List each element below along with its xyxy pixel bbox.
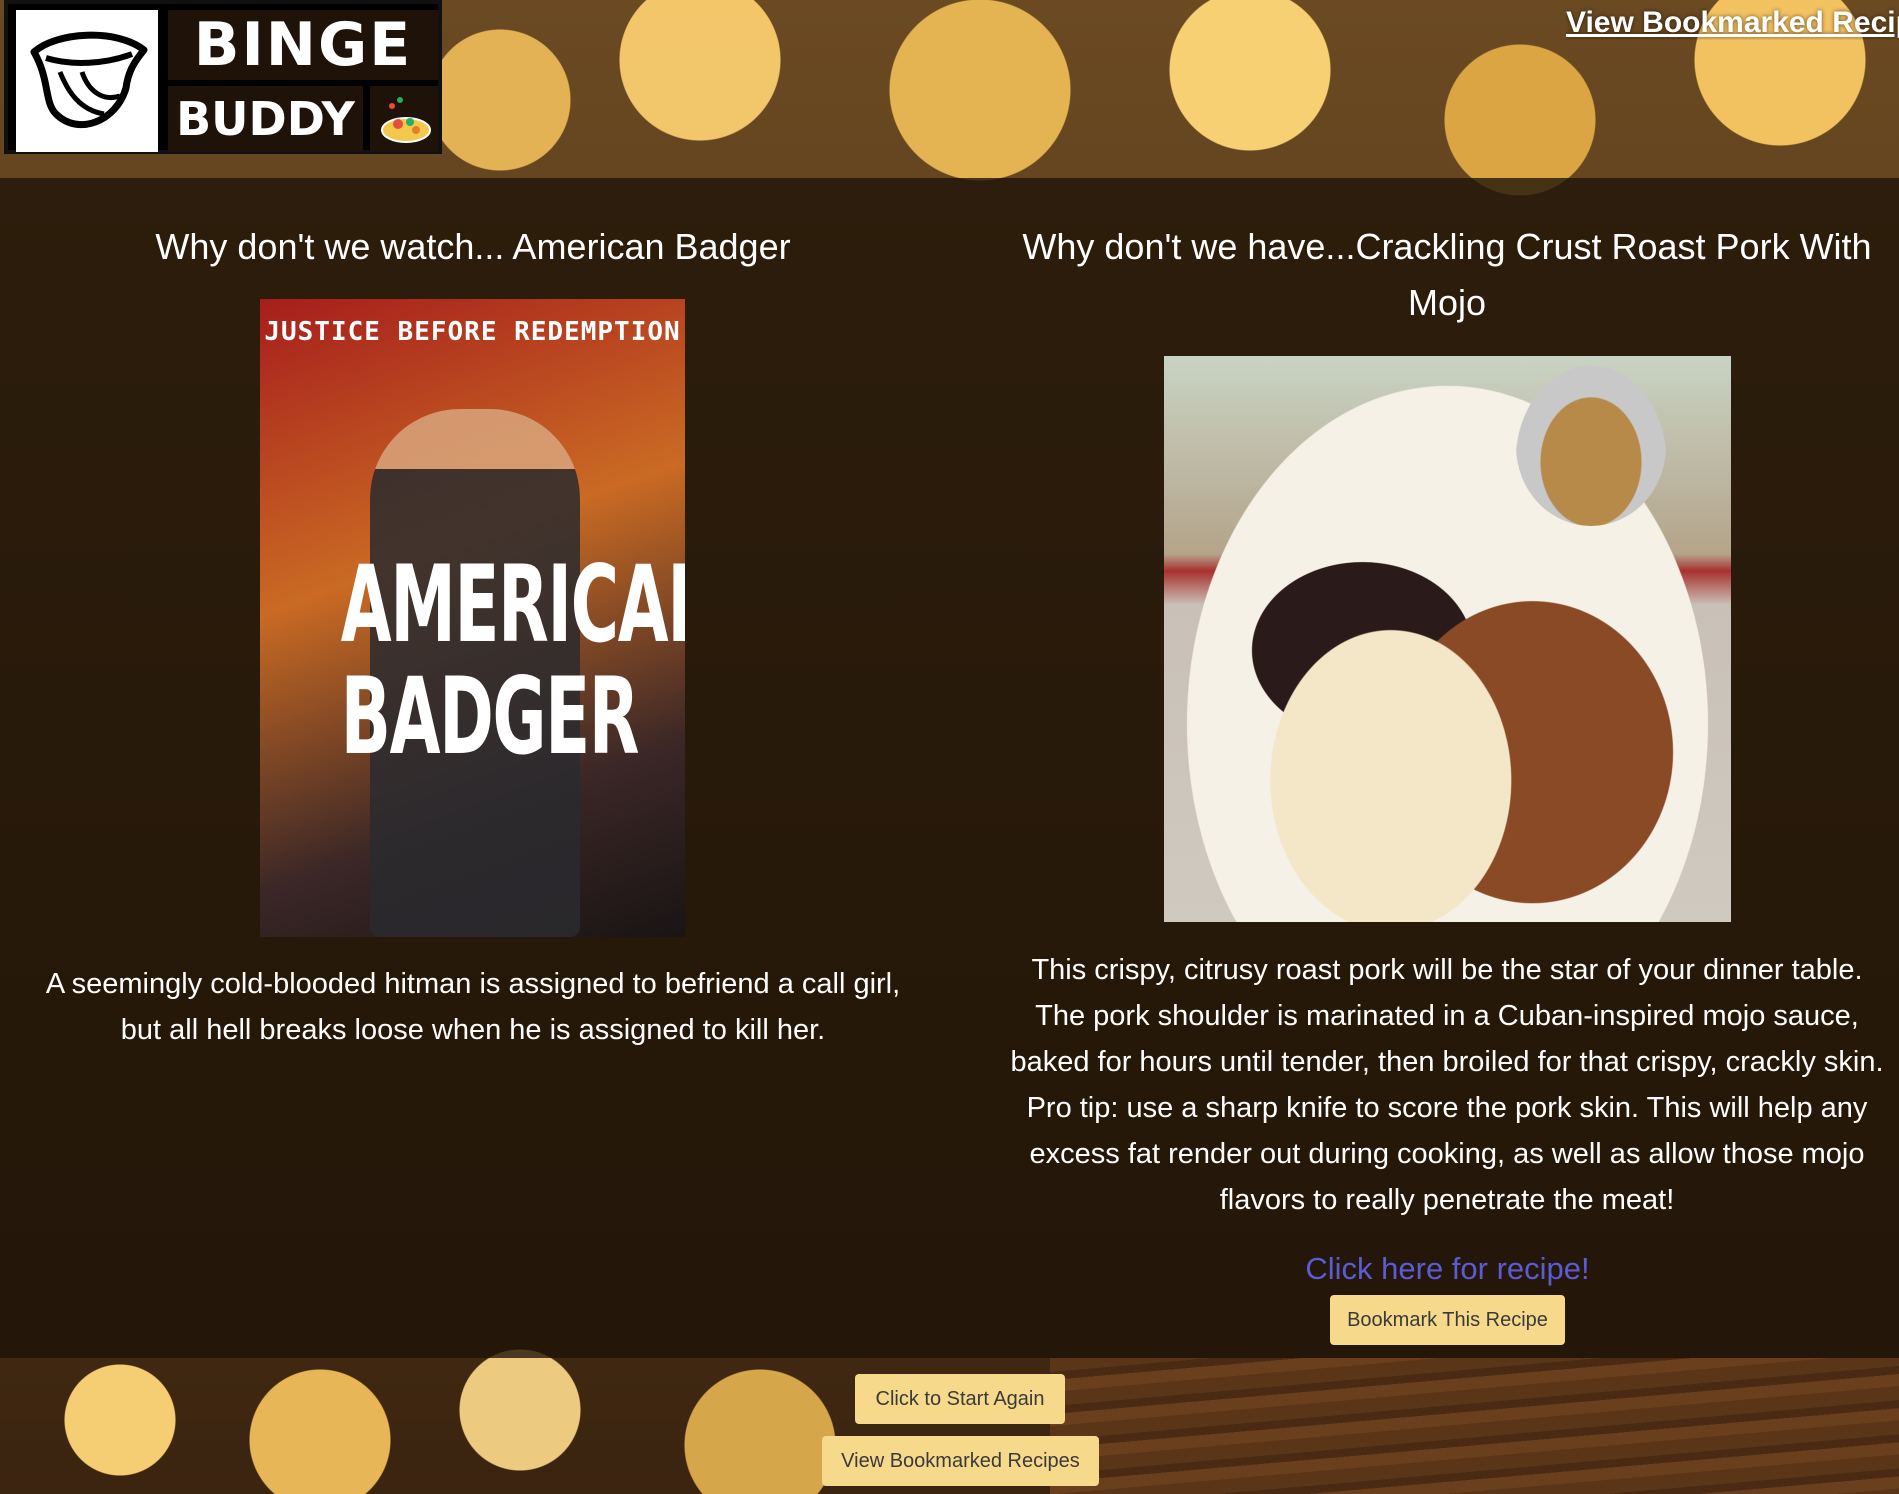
logo-word-buddy: BUDDY [168, 86, 363, 152]
movie-description: A seemingly cold-blooded hitman is assig… [45, 968, 901, 1046]
bookmark-recipe-button[interactable]: Bookmark This Recipe [1330, 1295, 1565, 1345]
food-plate-icon [370, 86, 438, 152]
mouth-logo-icon [16, 10, 158, 152]
logo-word-binge: BINGE [168, 10, 438, 80]
poster-title-line2: BADGER [340, 655, 640, 778]
poster-title: AMERICAN BADGER [340, 543, 685, 778]
recipe-spoon-image [1516, 366, 1666, 526]
movie-poster[interactable]: JUSTICE BEFORE REDEMPTION AMERICAN BADGE… [260, 299, 685, 937]
poster-title-line1: AMERICAN [340, 543, 685, 666]
wood-background [1050, 1358, 1899, 1494]
recipe-description: This crispy, citrusy roast pork will be … [1010, 954, 1884, 1216]
recipe-heading: Why don't we have...Crackling Crust Roas… [1022, 226, 1872, 323]
recipe-link[interactable]: Click here for recipe! [1164, 1251, 1731, 1287]
poster-tagline: JUSTICE BEFORE REDEMPTION [264, 317, 681, 347]
movie-heading: Why don't we watch... American Badger [155, 226, 791, 267]
recipe-image[interactable] [1164, 356, 1731, 922]
page-background: BINGE BUDDY View Bookmarked Recipes Why … [0, 0, 1899, 1494]
nav-view-bookmarked-recipes-link[interactable]: View Bookmarked Recipes [1566, 6, 1899, 40]
view-bookmarked-recipes-button[interactable]: View Bookmarked Recipes [822, 1436, 1099, 1486]
binge-buddy-logo[interactable]: BINGE BUDDY [4, 0, 442, 154]
start-again-button[interactable]: Click to Start Again [855, 1374, 1065, 1424]
